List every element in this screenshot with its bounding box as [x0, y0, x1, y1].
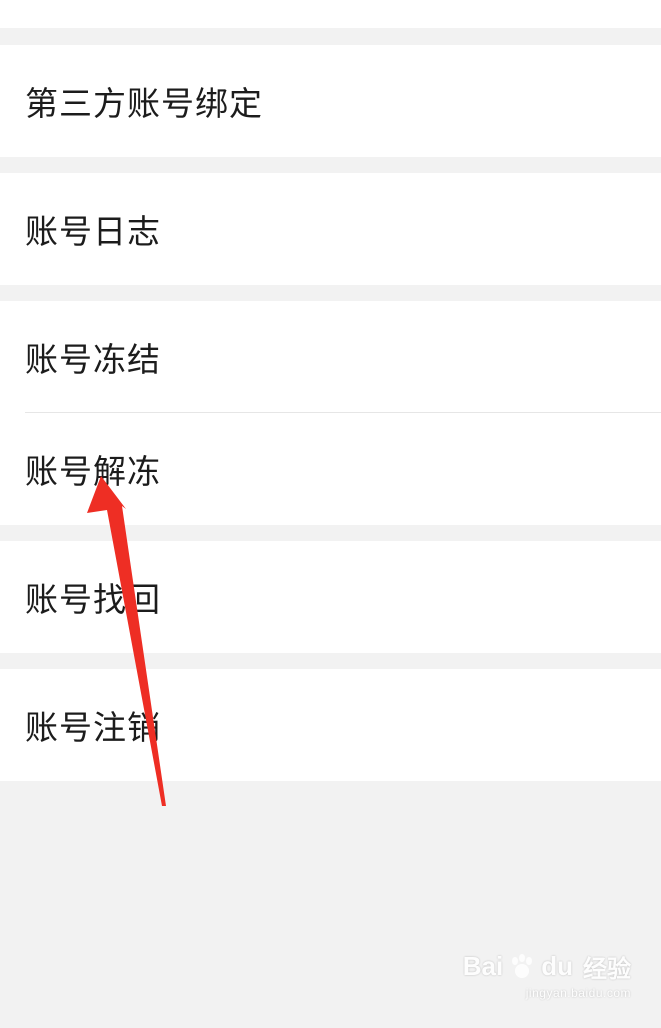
paw-icon: [512, 953, 533, 978]
menu-item-account-unfreeze[interactable]: 账号解冻: [0, 413, 661, 525]
menu-item-label: 账号冻结: [25, 340, 161, 379]
menu-item-third-party-binding[interactable]: 第三方账号绑定: [0, 45, 661, 157]
baidu-jingyan-watermark: Bai du 经验 jingyan.baidu.com: [463, 949, 631, 1000]
menu-group-recovery: 账号找回: [0, 541, 661, 653]
watermark-logo: Bai du 经验: [463, 949, 631, 984]
menu-item-account-freeze[interactable]: 账号冻结: [0, 301, 661, 413]
menu-item-label: 账号注销: [25, 708, 161, 747]
menu-item-label: 账号解冻: [25, 452, 161, 491]
watermark-brand-cn: 经验: [583, 956, 631, 983]
menu-group-third-party: 第三方账号绑定: [0, 45, 661, 157]
menu-item-account-recovery[interactable]: 账号找回: [0, 541, 661, 653]
watermark-brand-right: du: [541, 951, 573, 981]
watermark-brand-left: Bai: [462, 951, 504, 981]
menu-item-account-cancellation[interactable]: 账号注销: [0, 669, 661, 781]
watermark-url: jingyan.baidu.com: [525, 986, 631, 1000]
menu-group-log: 账号日志: [0, 173, 661, 285]
menu-item-label: 账号找回: [25, 580, 161, 619]
menu-item-label: 第三方账号绑定: [25, 84, 263, 123]
menu-group-freeze: 账号冻结 账号解冻: [0, 301, 661, 525]
top-section-remnant: [0, 0, 661, 28]
menu-item-label: 账号日志: [25, 212, 161, 251]
menu-item-account-log[interactable]: 账号日志: [0, 173, 661, 285]
menu-group-cancel: 账号注销: [0, 669, 661, 781]
